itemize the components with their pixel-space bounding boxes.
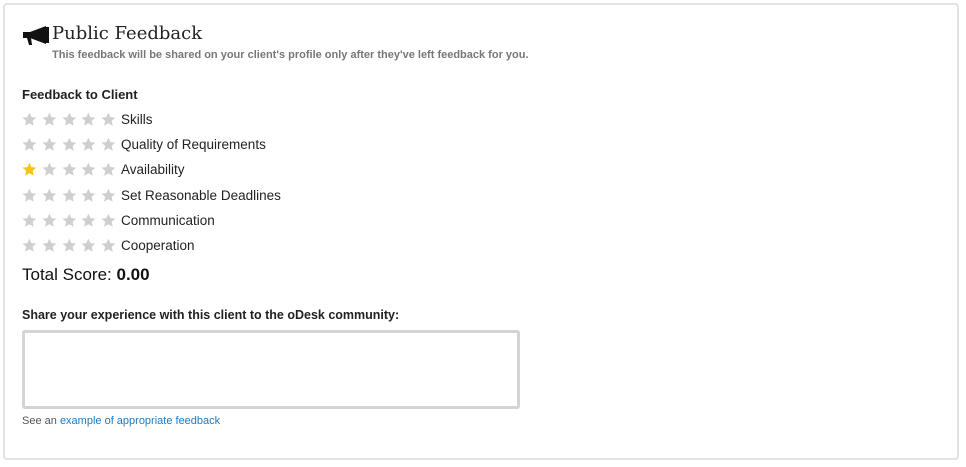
rating-row: Availability xyxy=(22,157,281,182)
example-feedback-link[interactable]: example of appropriate feedback xyxy=(60,415,220,427)
star-rating xyxy=(22,137,121,152)
total-score-label: Total Score: xyxy=(22,265,112,284)
rating-label: Quality of Requirements xyxy=(121,137,266,153)
star-icon[interactable] xyxy=(81,162,96,177)
star-icon[interactable] xyxy=(42,112,57,127)
star-rating xyxy=(22,213,121,228)
section-label: Feedback to Client xyxy=(22,87,138,102)
star-icon[interactable] xyxy=(81,188,96,203)
star-icon[interactable] xyxy=(22,213,37,228)
rating-label: Communication xyxy=(121,212,215,228)
star-rating xyxy=(22,112,121,127)
rating-label: Cooperation xyxy=(121,238,195,254)
megaphone-icon xyxy=(23,26,49,45)
star-icon[interactable] xyxy=(62,188,77,203)
share-label: Share your experience with this client t… xyxy=(22,308,400,322)
rating-row: Cooperation xyxy=(22,233,281,258)
star-icon[interactable] xyxy=(42,137,57,152)
rating-row: Quality of Requirements xyxy=(22,132,281,157)
star-icon[interactable] xyxy=(62,213,77,228)
star-icon[interactable] xyxy=(22,112,37,127)
rating-row: Set Reasonable Deadlines xyxy=(22,183,281,208)
public-feedback-panel: Public Feedback This feedback will be sh… xyxy=(3,3,959,460)
see-example: See an example of appropriate feedback xyxy=(22,415,220,427)
star-icon[interactable] xyxy=(101,162,116,177)
subtitle: This feedback will be shared on your cli… xyxy=(52,49,529,61)
star-icon[interactable] xyxy=(62,238,77,253)
star-rating xyxy=(22,162,121,177)
star-icon[interactable] xyxy=(101,213,116,228)
star-icon[interactable] xyxy=(62,137,77,152)
star-icon[interactable] xyxy=(81,238,96,253)
feedback-textarea[interactable] xyxy=(22,330,520,409)
rating-label: Availability xyxy=(121,162,185,178)
total-score: Total Score: 0.00 xyxy=(22,265,150,285)
rating-label: Set Reasonable Deadlines xyxy=(121,187,281,203)
star-icon[interactable] xyxy=(101,238,116,253)
star-icon[interactable] xyxy=(22,137,37,152)
star-icon[interactable] xyxy=(22,188,37,203)
star-rating xyxy=(22,238,121,253)
star-icon[interactable] xyxy=(42,162,57,177)
star-icon[interactable] xyxy=(81,137,96,152)
see-example-prefix: See an xyxy=(22,415,57,427)
star-icon[interactable] xyxy=(81,213,96,228)
star-icon[interactable] xyxy=(101,188,116,203)
star-icon[interactable] xyxy=(22,238,37,253)
star-icon[interactable] xyxy=(42,188,57,203)
star-icon[interactable] xyxy=(81,112,96,127)
ratings-list: Skills Quality of Requirements Availabilit… xyxy=(22,107,281,258)
rating-row: Communication xyxy=(22,208,281,233)
star-icon[interactable] xyxy=(42,238,57,253)
total-score-value: 0.00 xyxy=(116,265,150,284)
star-icon[interactable] xyxy=(42,213,57,228)
star-icon[interactable] xyxy=(62,112,77,127)
rating-label: Skills xyxy=(121,112,153,128)
star-rating xyxy=(22,188,121,203)
rating-row: Skills xyxy=(22,107,281,132)
star-icon[interactable] xyxy=(101,137,116,152)
page-title: Public Feedback xyxy=(52,23,203,44)
star-icon[interactable] xyxy=(22,162,37,177)
star-icon[interactable] xyxy=(101,112,116,127)
star-icon[interactable] xyxy=(62,162,77,177)
